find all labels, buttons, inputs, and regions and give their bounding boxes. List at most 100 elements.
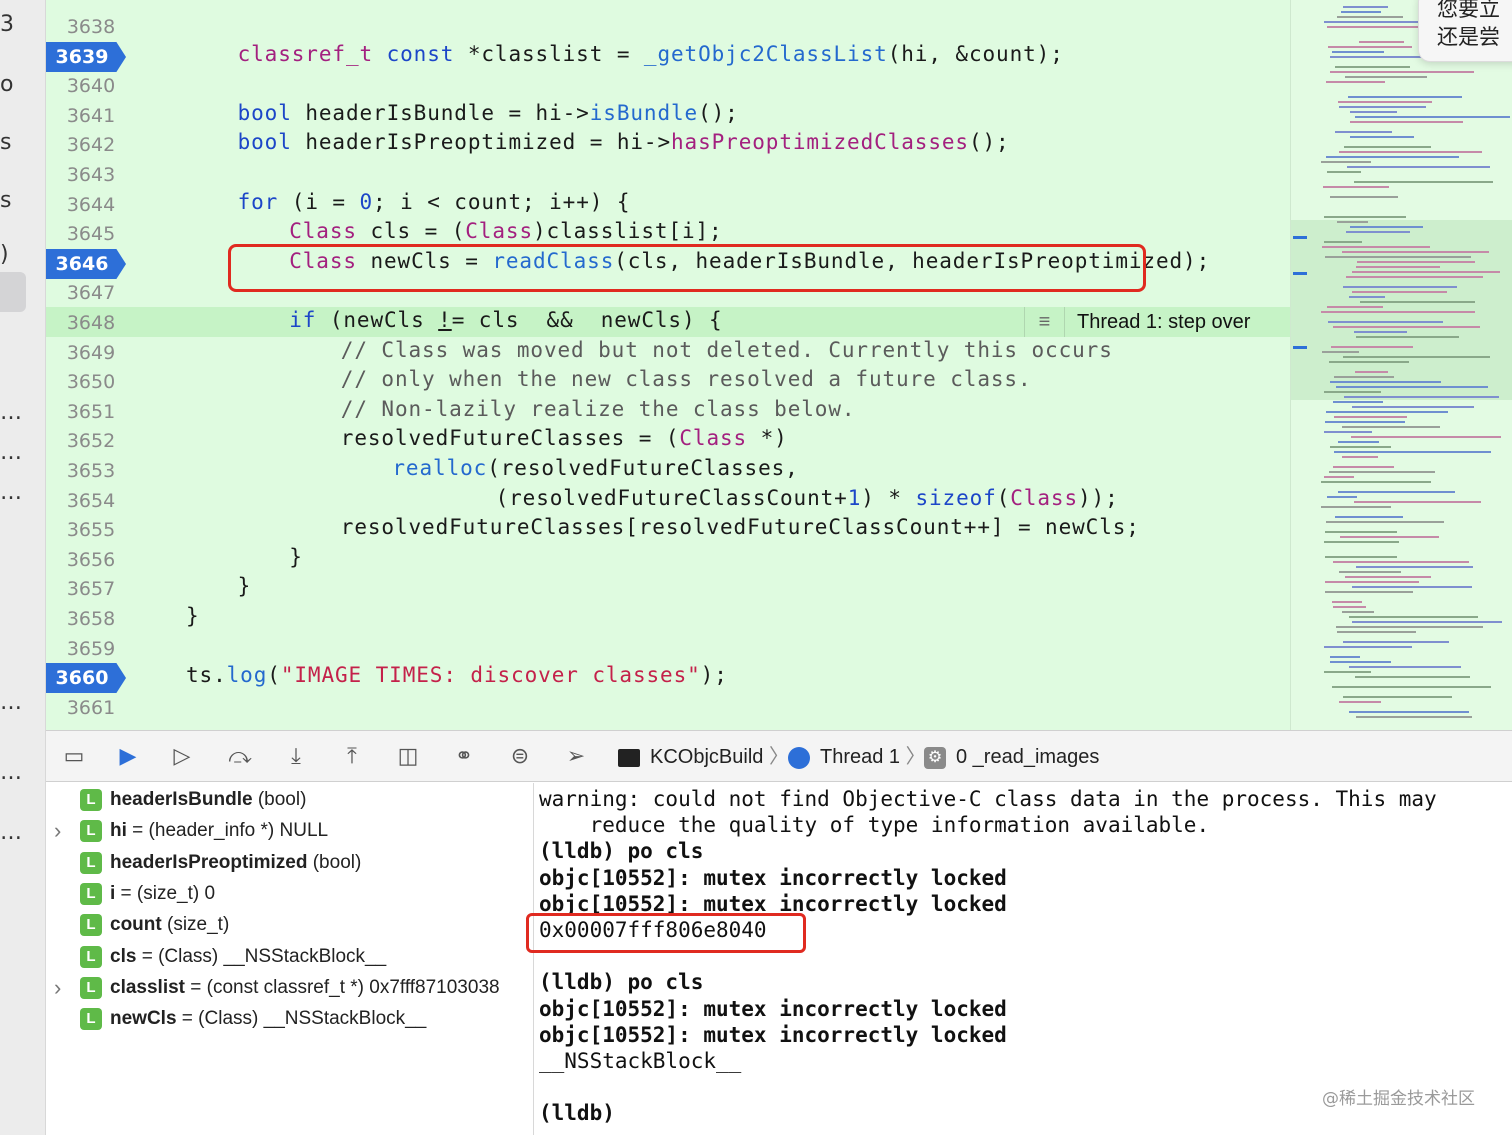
breakpoints-toggle-icon[interactable]: ▶ (114, 743, 142, 771)
line-number[interactable]: 3652 (46, 426, 136, 456)
variables-view[interactable]: LheaderIsBundle (bool) › Lhi = (header_inf… (46, 783, 534, 1135)
code-line: for (i = 0; i < count; i++) { (237, 190, 631, 214)
source-editor[interactable]: 3638 3639 classref_t const *classlist = _g… (46, 0, 1290, 730)
memory-graph-icon[interactable]: ⚭ (450, 743, 478, 771)
line-number[interactable]: 3640 (46, 71, 136, 101)
disclosure-chevron-icon[interactable]: › (54, 973, 61, 1003)
variable-row[interactable]: LnewCls = (Class) __NSStackBlock__ (46, 1004, 534, 1034)
line-number[interactable]: 3648 (46, 308, 136, 338)
breadcrumb-thread[interactable]: Thread 1 〉 (788, 743, 926, 771)
minimap-line (1324, 21, 1418, 23)
code-line: (resolvedFutureClassCount+1) * sizeof(Cl… (495, 486, 1119, 510)
minimap-line (1360, 301, 1475, 303)
line-number[interactable]: 3649 (46, 338, 136, 368)
thread-step-annotation: ≡ Thread 1: step over (1024, 307, 1290, 337)
minimap-line (1332, 686, 1491, 688)
step-over-icon[interactable]: ⤼ (226, 743, 254, 771)
minimap-line (1338, 491, 1455, 493)
navigator-strip: 3 o s s)……………… (0, 0, 46, 1135)
minimap-line (1329, 471, 1435, 473)
line-number[interactable]: 3657 (46, 574, 136, 604)
minimap-line (1330, 381, 1441, 383)
line-number[interactable]: 3647 (46, 278, 136, 308)
minimap-breakpoint (1293, 272, 1307, 275)
minimap-line (1334, 416, 1407, 418)
navigator-glyph: 3 (0, 12, 14, 37)
step-out-icon[interactable]: ⤒ (338, 743, 366, 771)
console-line: (lldb) po cls (539, 970, 704, 995)
minimap[interactable] (1290, 0, 1512, 730)
minimap-line (1330, 196, 1398, 198)
minimap-line (1355, 371, 1388, 373)
minimap-line (1333, 326, 1480, 328)
minimap-line (1347, 166, 1490, 168)
frame-label: 0 _read_images (956, 746, 1100, 768)
console-line: reduce the quality of type information a… (539, 813, 1210, 838)
console-line: warning: could not find Objective-C clas… (539, 787, 1437, 811)
variable-row[interactable]: LheaderIsPreoptimized (bool) (46, 848, 534, 878)
minimap-breakpoint (1293, 346, 1307, 349)
line-number[interactable]: 3638 (46, 12, 136, 42)
local-variable-icon: L (80, 820, 102, 843)
minimap-line (1343, 286, 1457, 288)
gear-icon: ⚙ (924, 746, 946, 769)
line-number[interactable]: 3641 (46, 101, 136, 131)
minimap-line (1325, 556, 1397, 558)
minimap-line (1333, 401, 1383, 403)
navigator-glyph: … (0, 440, 22, 465)
minimap-line (1335, 131, 1392, 133)
console-line: objc[10552]: mutex incorrectly locked (539, 1022, 1007, 1047)
continue-icon[interactable]: ▷ (168, 743, 196, 771)
line-number[interactable]: 3655 (46, 515, 136, 545)
minimap-line (1324, 241, 1362, 243)
minimap-line (1338, 441, 1379, 443)
line-number[interactable]: 3644 (46, 190, 136, 220)
breadcrumb-target[interactable]: KCObjcBuild 〉 (618, 743, 789, 771)
line-number[interactable]: 3654 (46, 486, 136, 516)
line-number[interactable]: 3656 (46, 545, 136, 575)
line-number[interactable]: 3650 (46, 367, 136, 397)
simulate-location-icon[interactable]: ➢ (562, 743, 590, 771)
minimap-line (1354, 331, 1407, 333)
minimap-line (1325, 421, 1405, 423)
line-number[interactable]: 3661 (46, 693, 136, 723)
minimap-line (1349, 666, 1461, 668)
minimap-line (1325, 581, 1419, 583)
line-number[interactable]: 3643 (46, 160, 136, 190)
line-number[interactable]: 3642 (46, 130, 136, 160)
line-number[interactable]: 3658 (46, 604, 136, 634)
variable-text: headerIsBundle (bool) (110, 789, 307, 810)
breakpoint-marker[interactable]: 3646 (46, 249, 126, 279)
minimap-line (1341, 11, 1381, 13)
line-number[interactable]: 3645 (46, 219, 136, 249)
disclosure-chevron-icon[interactable]: › (54, 816, 61, 846)
variable-row[interactable]: LheaderIsBundle (bool) (46, 785, 534, 815)
breakpoint-marker[interactable]: 3639 (46, 42, 126, 72)
code-line: classref_t const *classlist = _getObjc2C… (237, 42, 1064, 66)
variable-row[interactable]: › Lclasslist = (const classref_t *) 0x7ff… (46, 973, 534, 1003)
breadcrumb-frame[interactable]: ⚙ 0 _read_images (924, 743, 1099, 771)
hide-debug-area-icon[interactable]: ▭ (60, 743, 88, 771)
breakpoint-marker[interactable]: 3660 (46, 663, 126, 693)
line-number[interactable]: 3651 (46, 397, 136, 427)
minimap-line (1332, 51, 1384, 53)
minimap-line (1336, 386, 1488, 388)
variable-row[interactable]: Li = (size_t) 0 (46, 879, 534, 909)
notification-popup[interactable]: 您要立 还是尝 (1418, 0, 1512, 62)
code-line: resolvedFutureClasses[resolvedFutureClas… (340, 515, 1140, 539)
navigator-glyph: … (0, 760, 22, 785)
variable-row[interactable]: Lcls = (Class) __NSStackBlock__ (46, 942, 534, 972)
line-number[interactable]: 3659 (46, 634, 136, 664)
environment-overrides-icon[interactable]: ⊜ (506, 743, 534, 771)
view-hierarchy-icon[interactable]: ◫ (394, 743, 422, 771)
minimap-line (1352, 406, 1474, 408)
popup-line-2: 还是尝 (1437, 25, 1500, 49)
line-number[interactable]: 3653 (46, 456, 136, 486)
minimap-line (1346, 276, 1483, 278)
debug-toolbar: ▭ ▶ ▷ ⤼ ⤓ ⤒ ◫ ⚭ ⊜ ➢ KCObjcBuild 〉 Thread… (46, 730, 1512, 782)
variable-row[interactable]: Lcount (size_t) (46, 910, 534, 940)
variable-row[interactable]: › Lhi = (header_info *) NULL (46, 816, 534, 846)
step-into-icon[interactable]: ⤓ (282, 743, 310, 771)
lldb-console[interactable]: warning: could not find Objective-C clas… (535, 783, 1512, 1135)
navigator-glyph: ) (0, 242, 9, 267)
